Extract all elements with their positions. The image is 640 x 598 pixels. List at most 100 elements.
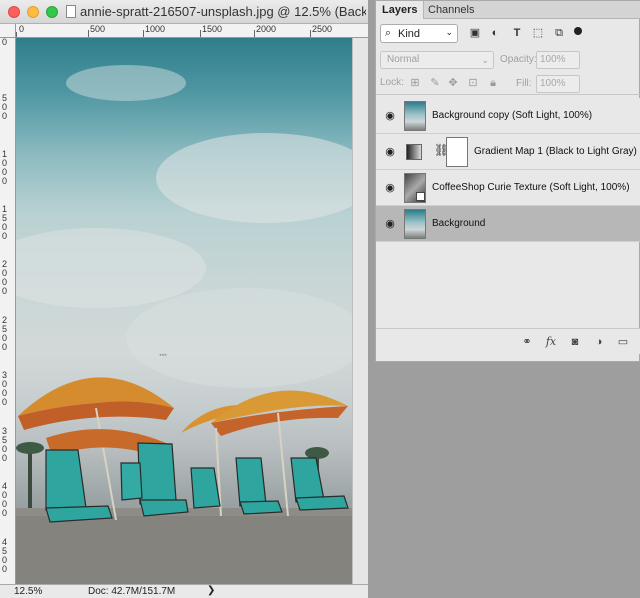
zoom-level[interactable]: 12.5%	[14, 586, 42, 597]
tab-channels[interactable]: Channels	[422, 1, 480, 19]
layer-name: CoffeeShop Curie Texture (Soft Light, 10…	[432, 182, 630, 193]
layer-row[interactable]: ◉ CoffeeShop Curie Texture (Soft Light, …	[376, 170, 640, 206]
ruler-label: 500	[90, 24, 106, 34]
opacity-label: Opacity:	[500, 54, 537, 65]
ruler-label: 0	[2, 38, 8, 47]
beach-photo	[16, 65, 352, 584]
adjustment-filter-icon[interactable]: ◐	[488, 26, 502, 40]
palm-tree	[305, 447, 329, 459]
maximize-window-button[interactable]	[46, 6, 58, 18]
cloud	[126, 288, 352, 388]
layer-name: Gradient Map 1 (Black to Light Gray)	[474, 146, 637, 157]
filter-kind-select[interactable]: ⌕ Kind ⌄	[380, 24, 458, 43]
gradient-map-thumbnail	[406, 144, 422, 160]
layer-mask-thumbnail[interactable]	[446, 137, 468, 167]
cloud	[16, 228, 206, 308]
ruler-label: 2500	[312, 24, 333, 34]
link-layers-icon[interactable]: ⚭	[520, 335, 534, 349]
new-group-icon[interactable]: ▭	[616, 335, 630, 349]
lock-all-icon[interactable]: 🔒︎	[486, 76, 500, 90]
status-bar: 12.5% Doc: 42.7M/151.7M ❯	[0, 584, 368, 598]
fill-field[interactable]: 100%	[536, 75, 580, 93]
ruler-label: 2 0 0 0	[2, 259, 8, 296]
layers-panel: Layers Channels ⌕ Kind ⌄ ▣ ◐ T ⬚ ⧉ Norma…	[375, 0, 640, 362]
chevron-updown-icon: ⌄	[445, 27, 453, 37]
ruler-label: 2000	[256, 24, 277, 34]
layer-row[interactable]: ◉ Background copy (Soft Light, 100%)	[376, 98, 640, 134]
status-menu-arrow-icon[interactable]: ❯	[207, 585, 215, 596]
ruler-label: 1000	[145, 24, 166, 34]
opacity-field[interactable]: 100%	[536, 51, 580, 69]
lock-image-pixels-icon[interactable]: ✎	[428, 76, 442, 90]
layer-row-selected[interactable]: ◉ Background	[376, 206, 640, 242]
document-title: annie-spratt-216507-unsplash.jpg @ 12.5%…	[80, 4, 366, 19]
layer-list: ◉ Background copy (Soft Light, 100%) ◉ ⛓…	[376, 98, 640, 244]
ruler-label: 3 0 0 0	[2, 370, 8, 407]
search-icon: ⌕	[385, 27, 392, 39]
layer-row[interactable]: ◉ ⛓︎ Gradient Map 1 (Black to Light Gray…	[376, 134, 640, 170]
horizontal-ruler[interactable]: 0 500 1000 1500 2000 2500	[16, 24, 368, 38]
layer-name: Background	[432, 218, 486, 229]
ruler-label: 3 5 0 0	[2, 426, 8, 463]
layer-thumbnail	[404, 209, 426, 239]
lock-label: Lock:	[380, 77, 404, 88]
blend-row: Normal ⌄ Opacity: 100%	[376, 49, 640, 71]
visibility-eye-icon[interactable]: ◉	[384, 182, 396, 194]
layer-thumbnail	[404, 101, 426, 131]
beach-chair	[235, 457, 283, 515]
visibility-eye-icon[interactable]: ◉	[384, 110, 396, 122]
new-adjustment-icon[interactable]: ◑	[592, 335, 606, 349]
beach-chair	[45, 449, 113, 523]
ruler-label: 1 5 0 0	[2, 204, 8, 241]
beach-chair	[190, 467, 221, 509]
lock-transparent-pixels-icon[interactable]: ⊞	[408, 76, 422, 90]
smart-object-icon	[416, 192, 425, 201]
visibility-eye-icon[interactable]: ◉	[384, 146, 396, 158]
ruler-label: 4 0 0 0	[2, 481, 8, 518]
beach-chair	[137, 442, 189, 517]
lock-artboard-icon[interactable]: ⊡	[466, 76, 480, 90]
tab-layers[interactable]: Layers	[376, 1, 425, 19]
add-mask-icon[interactable]: ◙	[568, 335, 582, 349]
panel-resize-grip[interactable]: ▪▪▪	[154, 352, 172, 359]
cloud	[156, 133, 352, 223]
vertical-ruler[interactable]: 0 5 0 0 1 0 0 0 1 5 0 0 2 0 0 0 2 5 0 0 …	[0, 38, 16, 584]
cloud	[66, 65, 186, 101]
panel-tabs: Layers Channels	[376, 1, 640, 19]
image-filter-icon[interactable]: ▣	[468, 26, 482, 40]
image-canvas[interactable]	[16, 38, 352, 584]
filter-kind-label: Kind	[398, 28, 421, 40]
document-file-icon	[66, 5, 76, 18]
ruler-label: 2 5 0 0	[2, 315, 8, 352]
beach-chair	[120, 462, 143, 501]
shape-filter-icon[interactable]: ⬚	[531, 26, 545, 40]
filter-toggle-button[interactable]	[574, 27, 582, 35]
minimize-window-button[interactable]	[27, 6, 39, 18]
smart-object-filter-icon[interactable]: ⧉	[552, 26, 566, 40]
blend-mode-select[interactable]: Normal ⌄	[380, 51, 494, 69]
ruler-label: 4 5 0 0	[2, 537, 8, 574]
ruler-label: 0	[19, 24, 25, 34]
layer-filter-row: ⌕ Kind ⌄ ▣ ◐ T ⬚ ⧉	[376, 21, 640, 47]
type-filter-icon[interactable]: T	[510, 26, 524, 40]
chevron-down-icon: ⌄	[481, 55, 489, 65]
ruler-label: 1500	[202, 24, 223, 34]
visibility-eye-icon[interactable]: ◉	[384, 218, 396, 230]
blend-mode-value: Normal	[387, 54, 420, 65]
fill-label: Fill:	[516, 78, 532, 89]
ruler-label: 5 0 0	[2, 93, 8, 121]
ruler-label: 1 0 0 0	[2, 149, 8, 186]
ruler-origin[interactable]	[0, 24, 16, 38]
close-window-button[interactable]	[8, 6, 20, 18]
palm-tree	[16, 442, 44, 454]
lock-position-icon[interactable]: ✥	[446, 76, 460, 90]
vertical-scrollbar[interactable]	[352, 38, 368, 584]
document-size: Doc: 42.7M/151.7M	[88, 586, 176, 597]
document-window: annie-spratt-216507-unsplash.jpg @ 12.5%…	[0, 0, 368, 598]
palm-tree	[28, 448, 32, 508]
layer-name: Background copy (Soft Light, 100%)	[432, 110, 593, 121]
lock-row: Lock: ⊞ ✎ ✥ ⊡ 🔒︎ Fill: 100%	[376, 73, 640, 95]
document-titlebar[interactable]: annie-spratt-216507-unsplash.jpg @ 12.5%…	[0, 0, 368, 24]
fx-icon[interactable]: fx	[544, 335, 558, 349]
beach-chair	[290, 457, 349, 511]
